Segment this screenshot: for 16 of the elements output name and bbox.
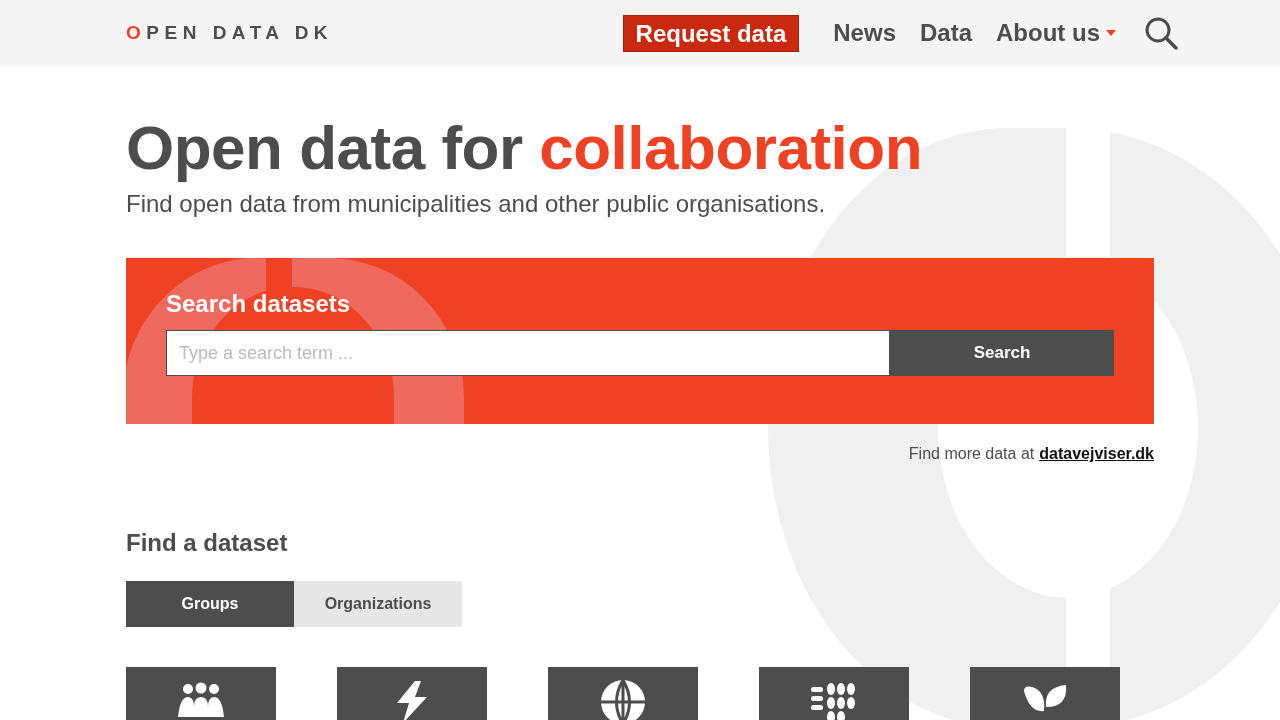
search-field[interactable]: Type a search term ... <box>166 330 890 376</box>
section-heading: Find a dataset <box>126 529 289 557</box>
request-data-button[interactable]: Request data <box>622 14 800 52</box>
search-heading: Search datasets <box>166 290 352 318</box>
nav-link[interactable]: Data <box>908 19 984 47</box>
more-data-text: Find more data at <box>908 445 1035 463</box>
nav-link[interactable]: News <box>821 19 908 47</box>
tab[interactable]: Groups <box>126 581 294 627</box>
search-icon[interactable] <box>1144 16 1178 50</box>
nav-link[interactable]: About us <box>984 19 1128 47</box>
search-button[interactable]: Search <box>890 330 1114 376</box>
hero-title: Open data for collaboration <box>126 112 924 184</box>
site-logo[interactable]: OPEN DATA DK <box>126 22 623 44</box>
tab[interactable]: Organizations <box>294 581 462 627</box>
datavejviser-link[interactable]: datavejviser.dk <box>1039 445 1154 463</box>
hero-subtitle: Find open data from municipalities and other public organisations. <box>126 190 827 218</box>
